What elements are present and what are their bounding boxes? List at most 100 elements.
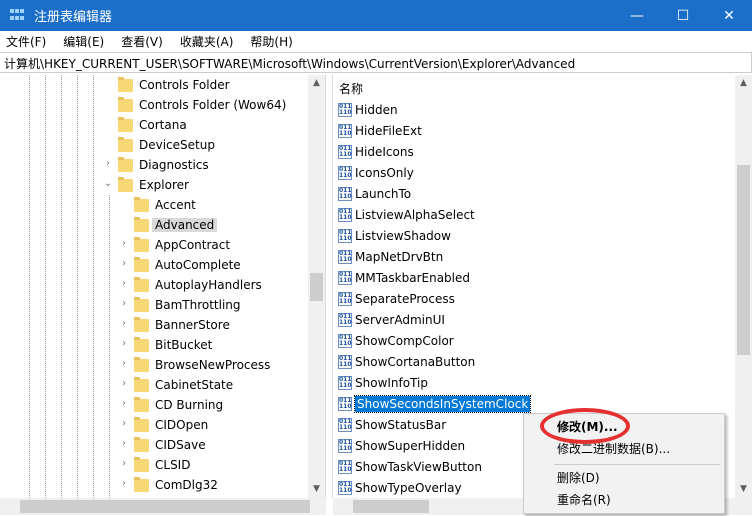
expand-toggle-icon[interactable]: › — [119, 278, 129, 289]
value-row[interactable]: 011 110 IconsOnly — [338, 163, 414, 183]
scroll-thumb[interactable] — [353, 500, 429, 513]
expand-toggle-icon[interactable]: › — [119, 378, 129, 389]
value-row[interactable]: 011 110 LaunchTo — [338, 184, 411, 204]
maximize-button[interactable]: ☐ — [660, 0, 706, 31]
value-name: ShowCortanaButton — [355, 355, 476, 369]
minimize-button[interactable]: — — [614, 0, 660, 31]
folder-icon — [134, 276, 149, 292]
tree-item-label: Advanced — [152, 218, 218, 232]
tree-item[interactable]: Advanced — [134, 215, 218, 235]
expand-toggle-icon[interactable]: › — [119, 238, 129, 249]
binary-value-icon: 011 110 — [338, 397, 352, 411]
expand-toggle-icon[interactable]: › — [119, 398, 129, 409]
tree-item[interactable]: Accent — [134, 195, 196, 215]
expand-toggle-icon[interactable]: › — [119, 458, 129, 469]
menu-favorites[interactable]: 收藏夹(A) — [180, 33, 234, 50]
value-row[interactable]: 011 110 MapNetDrvBtn — [338, 247, 443, 267]
value-row[interactable]: 011 110 ShowStatusBar — [338, 415, 446, 435]
tree-guide-line — [93, 75, 94, 498]
tree-item[interactable]: BamThrottling — [134, 295, 241, 315]
expand-toggle-icon[interactable]: › — [119, 318, 129, 329]
value-row[interactable]: 011 110 Hidden — [338, 100, 398, 120]
expand-toggle-icon[interactable]: › — [119, 438, 129, 449]
tree-item[interactable]: BrowseNewProcess — [134, 355, 270, 375]
expand-toggle-icon[interactable]: › — [119, 478, 129, 489]
scroll-thumb[interactable] — [20, 500, 310, 513]
value-row[interactable]: 011 110 ShowTypeOverlay — [338, 478, 462, 498]
scroll-up-icon[interactable]: ▲ — [308, 75, 325, 92]
column-header-name[interactable]: 名称 — [339, 80, 363, 97]
binary-value-icon: 011 110 — [338, 418, 352, 432]
expand-toggle-icon[interactable]: › — [119, 258, 129, 269]
tree-item[interactable]: CIDSave — [134, 435, 206, 455]
value-row[interactable]: 011 110 ShowSuperHidden — [338, 436, 465, 456]
value-row[interactable]: 011 110 ListviewAlphaSelect — [338, 205, 475, 225]
tree-item[interactable]: Controls Folder — [118, 75, 230, 95]
folder-icon — [134, 216, 149, 232]
value-row[interactable]: 011 110 ListviewShadow — [338, 226, 451, 246]
menu-help[interactable]: 帮助(H) — [250, 33, 292, 50]
tree-item-label: BitBucket — [155, 338, 213, 352]
tree-item-label: Accent — [155, 198, 196, 212]
menu-item-rename[interactable]: 重命名(R) — [557, 490, 611, 510]
tree-item[interactable]: Cortana — [118, 115, 187, 135]
expand-toggle-icon[interactable]: › — [119, 358, 129, 369]
tree-guide-line — [45, 75, 46, 498]
value-row[interactable]: 011 110 ShowCortanaButton — [338, 352, 475, 372]
address-bar[interactable]: 计算机\HKEY_CURRENT_USER\SOFTWARE\Microsoft… — [0, 52, 752, 73]
tree-item-label: ComDlg32 — [155, 478, 218, 492]
tree-item[interactable]: AppContract — [134, 235, 230, 255]
value-row[interactable]: 011 110 ShowInfoTip — [338, 373, 428, 393]
tree-item[interactable]: Controls Folder (Wow64) — [118, 95, 286, 115]
tree-item[interactable]: Explorer — [118, 175, 189, 195]
tree-item[interactable]: Diagnostics — [118, 155, 209, 175]
folder-icon — [134, 396, 149, 412]
value-row[interactable]: 011 110 ShowTaskViewButton — [338, 457, 482, 477]
folder-icon — [134, 476, 149, 492]
expand-toggle-icon[interactable]: › — [119, 418, 129, 429]
expand-toggle-icon[interactable]: ⌄ — [103, 178, 113, 189]
tree-item[interactable]: AutoplayHandlers — [134, 275, 262, 295]
binary-value-icon: 011 110 — [338, 376, 352, 390]
scroll-down-icon[interactable]: ▼ — [735, 481, 752, 498]
value-row[interactable]: 011 110 ShowCompColor — [338, 331, 454, 351]
menu-item-delete[interactable]: 删除(D) — [557, 468, 600, 488]
tree-item[interactable]: CLSID — [134, 455, 190, 475]
menu-file[interactable]: 文件(F) — [6, 33, 46, 50]
tree-item-label: DeviceSetup — [139, 138, 215, 152]
tree-item[interactable]: DeviceSetup — [118, 135, 215, 155]
value-row[interactable]: 011 110 HideFileExt — [338, 121, 422, 141]
scroll-thumb[interactable] — [310, 273, 323, 301]
value-row[interactable]: 011 110 ShowSecondsInSystemClock — [338, 394, 532, 414]
scroll-up-icon[interactable]: ▲ — [735, 75, 752, 92]
expand-toggle-icon[interactable]: › — [119, 338, 129, 349]
tree-guide-line — [29, 75, 30, 498]
tree-item[interactable]: CabinetState — [134, 375, 233, 395]
tree-item[interactable]: BitBucket — [134, 335, 212, 355]
tree-item-label: CLSID — [155, 458, 191, 472]
tree-hscrollbar[interactable] — [0, 498, 326, 515]
folder-icon — [134, 376, 149, 392]
menu-view[interactable]: 查看(V) — [121, 33, 163, 50]
folder-icon — [118, 156, 133, 172]
expand-toggle-icon[interactable]: › — [103, 158, 113, 169]
tree-item[interactable]: BannerStore — [134, 315, 230, 335]
folder-icon — [118, 136, 133, 152]
menu-edit[interactable]: 编辑(E) — [63, 33, 104, 50]
value-row[interactable]: 011 110 MMTaskbarEnabled — [338, 268, 470, 288]
tree-item[interactable]: AutoComplete — [134, 255, 241, 275]
value-row[interactable]: 011 110 SeparateProcess — [338, 289, 455, 309]
tree-item[interactable]: ComDlg32 — [134, 475, 218, 495]
tree-item[interactable]: CIDOpen — [134, 415, 208, 435]
values-scrollbar[interactable]: ▲ ▼ — [735, 75, 752, 498]
tree-scrollbar[interactable]: ▲ ▼ — [308, 75, 325, 498]
binary-value-icon: 011 110 — [338, 292, 352, 306]
value-row[interactable]: 011 110 ServerAdminUI — [338, 310, 445, 330]
tree-item[interactable]: CD Burning — [134, 395, 223, 415]
scroll-down-icon[interactable]: ▼ — [308, 481, 325, 498]
scroll-thumb[interactable] — [737, 165, 750, 355]
close-button[interactable]: ✕ — [706, 0, 752, 31]
value-row[interactable]: 011 110 HideIcons — [338, 142, 414, 162]
expand-toggle-icon[interactable]: › — [119, 298, 129, 309]
folder-icon — [134, 236, 149, 252]
